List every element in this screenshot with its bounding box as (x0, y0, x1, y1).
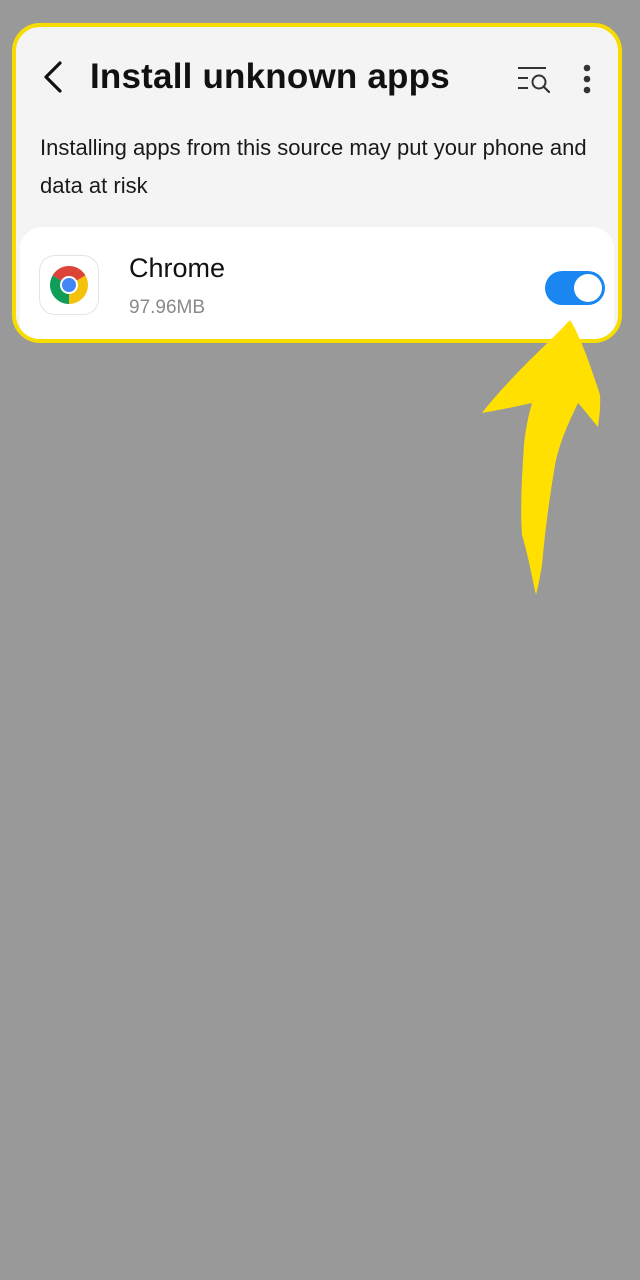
back-button[interactable] (34, 57, 74, 97)
app-size: 97.96MB (129, 297, 206, 318)
more-options-button[interactable] (572, 59, 602, 99)
arrow-icon (482, 320, 601, 595)
warning-description: Installing apps from this source may put… (40, 135, 587, 198)
more-vertical-icon (583, 64, 591, 94)
toggle-knob (574, 274, 602, 302)
chevron-left-icon (44, 61, 62, 93)
app-name: Chrome (129, 253, 226, 283)
app-bar: Install unknown apps (16, 27, 618, 127)
list-search-icon (518, 67, 551, 94)
settings-panel: Install unknown apps Installing apps fro… (12, 23, 622, 343)
screen: Install unknown apps Installing apps fro… (0, 0, 640, 1280)
search-button[interactable] (514, 59, 554, 99)
page-title: Install unknown apps (90, 57, 450, 96)
allow-toggle[interactable] (545, 271, 605, 305)
chrome-icon (39, 255, 99, 315)
